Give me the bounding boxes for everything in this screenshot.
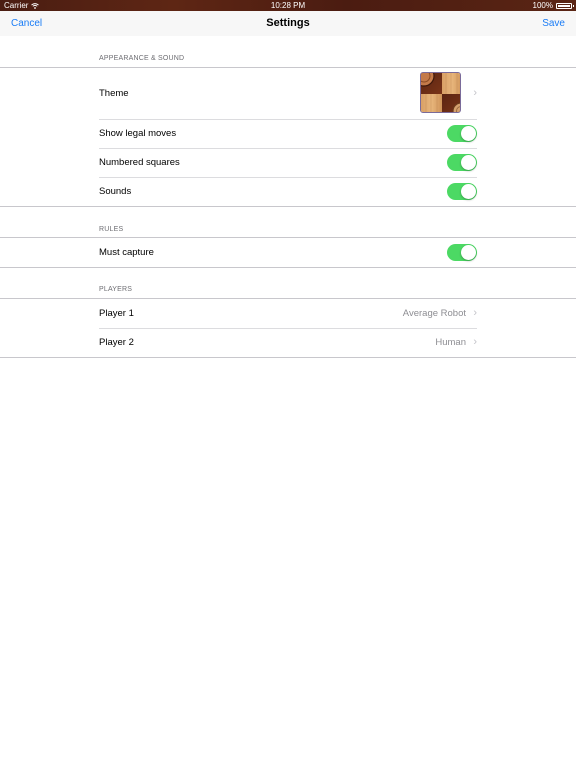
numbered-squares-row: Numbered squares bbox=[0, 148, 576, 177]
must-capture-label: Must capture bbox=[99, 247, 154, 258]
player2-chevron-icon: › bbox=[473, 336, 477, 348]
toggle-knob bbox=[461, 184, 476, 199]
section-header-rules: RULES bbox=[99, 226, 124, 233]
battery-percent: 100% bbox=[532, 1, 553, 10]
section-header-players: PLAYERS bbox=[99, 286, 133, 293]
sounds-label: Sounds bbox=[99, 186, 132, 197]
status-bar: Carrier 10:28 PM 100% bbox=[0, 0, 576, 11]
section-header-appearance: APPEARANCE & SOUND bbox=[99, 55, 185, 62]
rules-group: Must capture bbox=[0, 237, 576, 268]
navigation-bar: Cancel Settings Save bbox=[0, 11, 576, 36]
theme-chevron-icon: › bbox=[473, 87, 477, 99]
show-legal-moves-toggle[interactable] bbox=[447, 125, 477, 142]
player1-row[interactable]: Player 1 Average Robot › bbox=[0, 299, 576, 328]
player2-value: Human bbox=[435, 337, 466, 348]
player1-value: Average Robot bbox=[402, 308, 466, 319]
appearance-group: Theme › Show legal moves Numbered square… bbox=[0, 67, 576, 207]
numbered-squares-label: Numbered squares bbox=[99, 157, 180, 168]
theme-preview[interactable] bbox=[420, 72, 461, 113]
checkerboard-image bbox=[421, 73, 460, 112]
theme-label: Theme bbox=[99, 88, 129, 99]
must-capture-row: Must capture bbox=[0, 238, 576, 267]
player2-row[interactable]: Player 2 Human › bbox=[0, 328, 576, 357]
players-group: Player 1 Average Robot › Player 2 Human … bbox=[0, 298, 576, 358]
theme-row[interactable]: Theme › bbox=[0, 68, 576, 119]
toggle-knob bbox=[461, 155, 476, 170]
sounds-row: Sounds bbox=[0, 177, 576, 206]
page-title: Settings bbox=[266, 17, 310, 29]
sounds-toggle[interactable] bbox=[447, 183, 477, 200]
player2-label: Player 2 bbox=[99, 337, 134, 348]
battery-icon bbox=[556, 2, 574, 9]
toggle-knob bbox=[461, 126, 476, 141]
player1-chevron-icon: › bbox=[473, 307, 477, 319]
player1-label: Player 1 bbox=[99, 308, 134, 319]
status-right: 100% bbox=[532, 0, 574, 11]
show-legal-moves-row: Show legal moves bbox=[0, 119, 576, 148]
status-time: 10:28 PM bbox=[270, 1, 306, 10]
save-button[interactable]: Save bbox=[542, 11, 565, 36]
show-legal-moves-label: Show legal moves bbox=[99, 128, 177, 139]
toggle-knob bbox=[461, 245, 476, 260]
numbered-squares-toggle[interactable] bbox=[447, 154, 477, 171]
must-capture-toggle[interactable] bbox=[447, 244, 477, 261]
